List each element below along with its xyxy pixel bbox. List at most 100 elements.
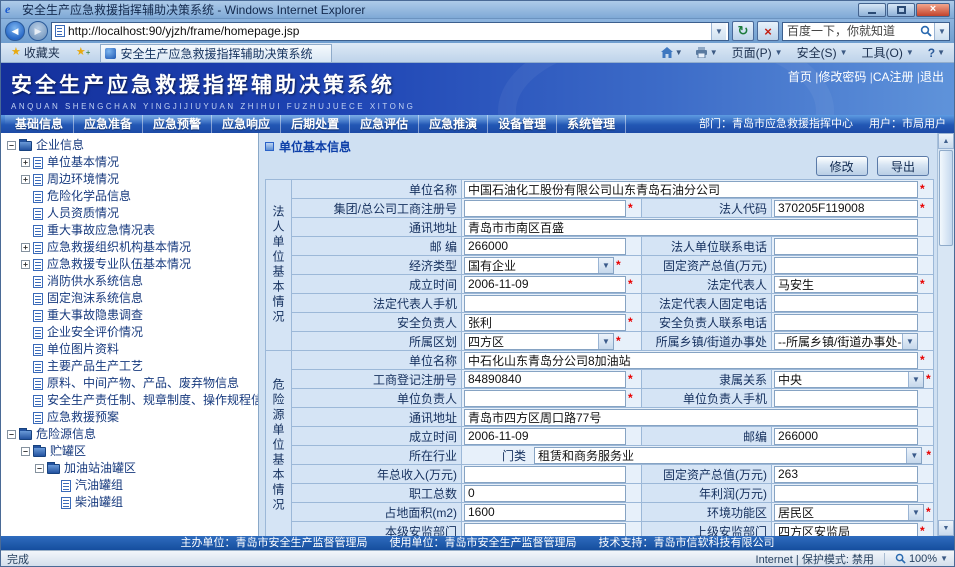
text-input[interactable] (464, 523, 626, 537)
add-favorite-button[interactable]: ★+ (70, 44, 97, 62)
tree-item[interactable]: 柴油罐组 (5, 494, 258, 511)
tree-expander-icon[interactable]: − (7, 430, 16, 439)
scrollbar[interactable]: ▲ ▼ (937, 133, 954, 536)
text-input[interactable] (774, 238, 918, 255)
tree-expander-icon[interactable]: + (21, 260, 30, 269)
tree-item[interactable]: 企业安全评价情况 (5, 324, 258, 341)
text-input[interactable] (774, 295, 918, 312)
dropdown[interactable]: 四方区▼ (464, 333, 614, 350)
tree-item[interactable]: +周边环境情况 (5, 171, 258, 188)
text-input[interactable] (774, 523, 918, 537)
search-dropdown[interactable]: ▼ (934, 23, 949, 40)
text-input[interactable] (774, 428, 918, 445)
text-input[interactable] (774, 485, 918, 502)
text-input[interactable] (774, 257, 918, 274)
tree-item[interactable]: +单位基本情况 (5, 154, 258, 171)
nav-item[interactable]: 基础信息 (5, 115, 74, 133)
header-link[interactable]: 退出 (920, 70, 944, 84)
nav-item[interactable]: 应急准备 (74, 115, 143, 133)
scroll-down-arrow[interactable]: ▼ (938, 520, 954, 536)
text-input[interactable] (464, 200, 626, 217)
tree-item[interactable]: 汽油罐组 (5, 477, 258, 494)
tree-expander-icon[interactable]: + (21, 158, 30, 167)
tree-expander-icon[interactable]: − (7, 141, 16, 150)
address-input[interactable] (68, 24, 711, 38)
tree-item[interactable]: 主要产品生产工艺 (5, 358, 258, 375)
favorites-button[interactable]: ★ 收藏夹 (5, 44, 66, 62)
tree-expander-icon[interactable]: − (21, 447, 30, 456)
text-input[interactable] (464, 371, 626, 388)
search-icon[interactable] (920, 25, 932, 37)
tree-expander-icon[interactable]: + (21, 243, 30, 252)
text-input[interactable] (464, 409, 918, 426)
tree-item[interactable]: 重大事故隐患调查 (5, 307, 258, 324)
nav-item[interactable]: 后期处置 (281, 115, 350, 133)
back-button[interactable]: ◀ (5, 21, 25, 41)
text-input[interactable] (464, 390, 626, 407)
text-input[interactable] (464, 466, 626, 483)
page-tab[interactable]: 安全生产应急救援指挥辅助决策系统 (100, 44, 332, 62)
header-link[interactable]: 首页 (788, 70, 812, 84)
tree-item[interactable]: 安全生产责任制、规章制度、操作规程信息 (5, 392, 258, 409)
maximize-button[interactable] (887, 3, 915, 17)
header-link[interactable]: CA注册 (873, 70, 914, 84)
close-button[interactable]: × (916, 3, 950, 17)
text-input[interactable] (774, 390, 918, 407)
tree-item[interactable]: 原料、中间产物、产品、废弃物信息 (5, 375, 258, 392)
home-button[interactable]: ▼ (656, 44, 688, 62)
nav-item[interactable]: 应急评估 (350, 115, 419, 133)
tree-item[interactable]: −加油站油罐区 (5, 460, 258, 477)
address-history-dropdown[interactable]: ▼ (711, 23, 726, 40)
tree-item[interactable]: −贮罐区 (5, 443, 258, 460)
text-input[interactable] (464, 276, 626, 293)
nav-item[interactable]: 应急推演 (419, 115, 488, 133)
nav-item[interactable]: 应急预警 (143, 115, 212, 133)
export-button[interactable]: 导出 (877, 156, 929, 176)
search-box[interactable]: ▼ (782, 22, 950, 41)
tree-item[interactable]: 重大事故应急情况表 (5, 222, 258, 239)
zoom-control[interactable]: 100% ▼ (895, 553, 948, 565)
text-input[interactable] (464, 238, 626, 255)
stop-button[interactable]: × (757, 21, 779, 41)
nav-item[interactable]: 设备管理 (488, 115, 557, 133)
text-input[interactable] (464, 428, 626, 445)
tree-item[interactable]: 危险化学品信息 (5, 188, 258, 205)
nav-item[interactable]: 系统管理 (557, 115, 626, 133)
minimize-button[interactable] (858, 3, 886, 17)
tree-item[interactable]: 应急救援预案 (5, 409, 258, 426)
menu-button[interactable]: 页面(P)▼ (725, 44, 790, 62)
scrollbar-thumb[interactable] (939, 150, 953, 246)
text-input[interactable] (774, 200, 918, 217)
scroll-up-arrow[interactable]: ▲ (938, 133, 954, 149)
dropdown[interactable]: 租赁和商务服务业▼ (534, 447, 922, 464)
text-input[interactable] (464, 504, 626, 521)
text-input[interactable] (464, 485, 626, 502)
address-field[interactable]: ▼ (51, 22, 729, 41)
text-input[interactable] (774, 314, 918, 331)
dropdown[interactable]: 国有企业▼ (464, 257, 614, 274)
tree-item[interactable]: 单位图片资料 (5, 341, 258, 358)
tree-item[interactable]: −危险源信息 (5, 426, 258, 443)
text-input[interactable] (774, 276, 918, 293)
tree-expander-icon[interactable]: + (21, 175, 30, 184)
header-link[interactable]: 修改密码 (818, 70, 866, 84)
dropdown[interactable]: 居民区▼ (774, 504, 924, 521)
dropdown[interactable]: --所属乡镇/街道办事处--▼ (774, 333, 918, 350)
forward-button[interactable]: ▶ (28, 21, 48, 41)
modify-button[interactable]: 修改 (816, 156, 868, 176)
refresh-button[interactable]: ↻ (732, 21, 754, 41)
text-input[interactable] (464, 352, 918, 369)
text-input[interactable] (464, 314, 626, 331)
dropdown[interactable]: 中央▼ (774, 371, 924, 388)
text-input[interactable] (464, 219, 918, 236)
tree-item[interactable]: 消防供水系统信息 (5, 273, 258, 290)
menu-button[interactable]: 工具(O)▼ (854, 44, 920, 62)
text-input[interactable] (774, 466, 918, 483)
tree-expander-icon[interactable]: − (35, 464, 44, 473)
menu-button[interactable]: 安全(S)▼ (790, 44, 855, 62)
scrollbar-track[interactable] (938, 149, 954, 520)
tree-item[interactable]: +应急救援专业队伍基本情况 (5, 256, 258, 273)
nav-item[interactable]: 应急响应 (212, 115, 281, 133)
tree-item[interactable]: 人员资质情况 (5, 205, 258, 222)
tree-item[interactable]: 固定泡沫系统信息 (5, 290, 258, 307)
